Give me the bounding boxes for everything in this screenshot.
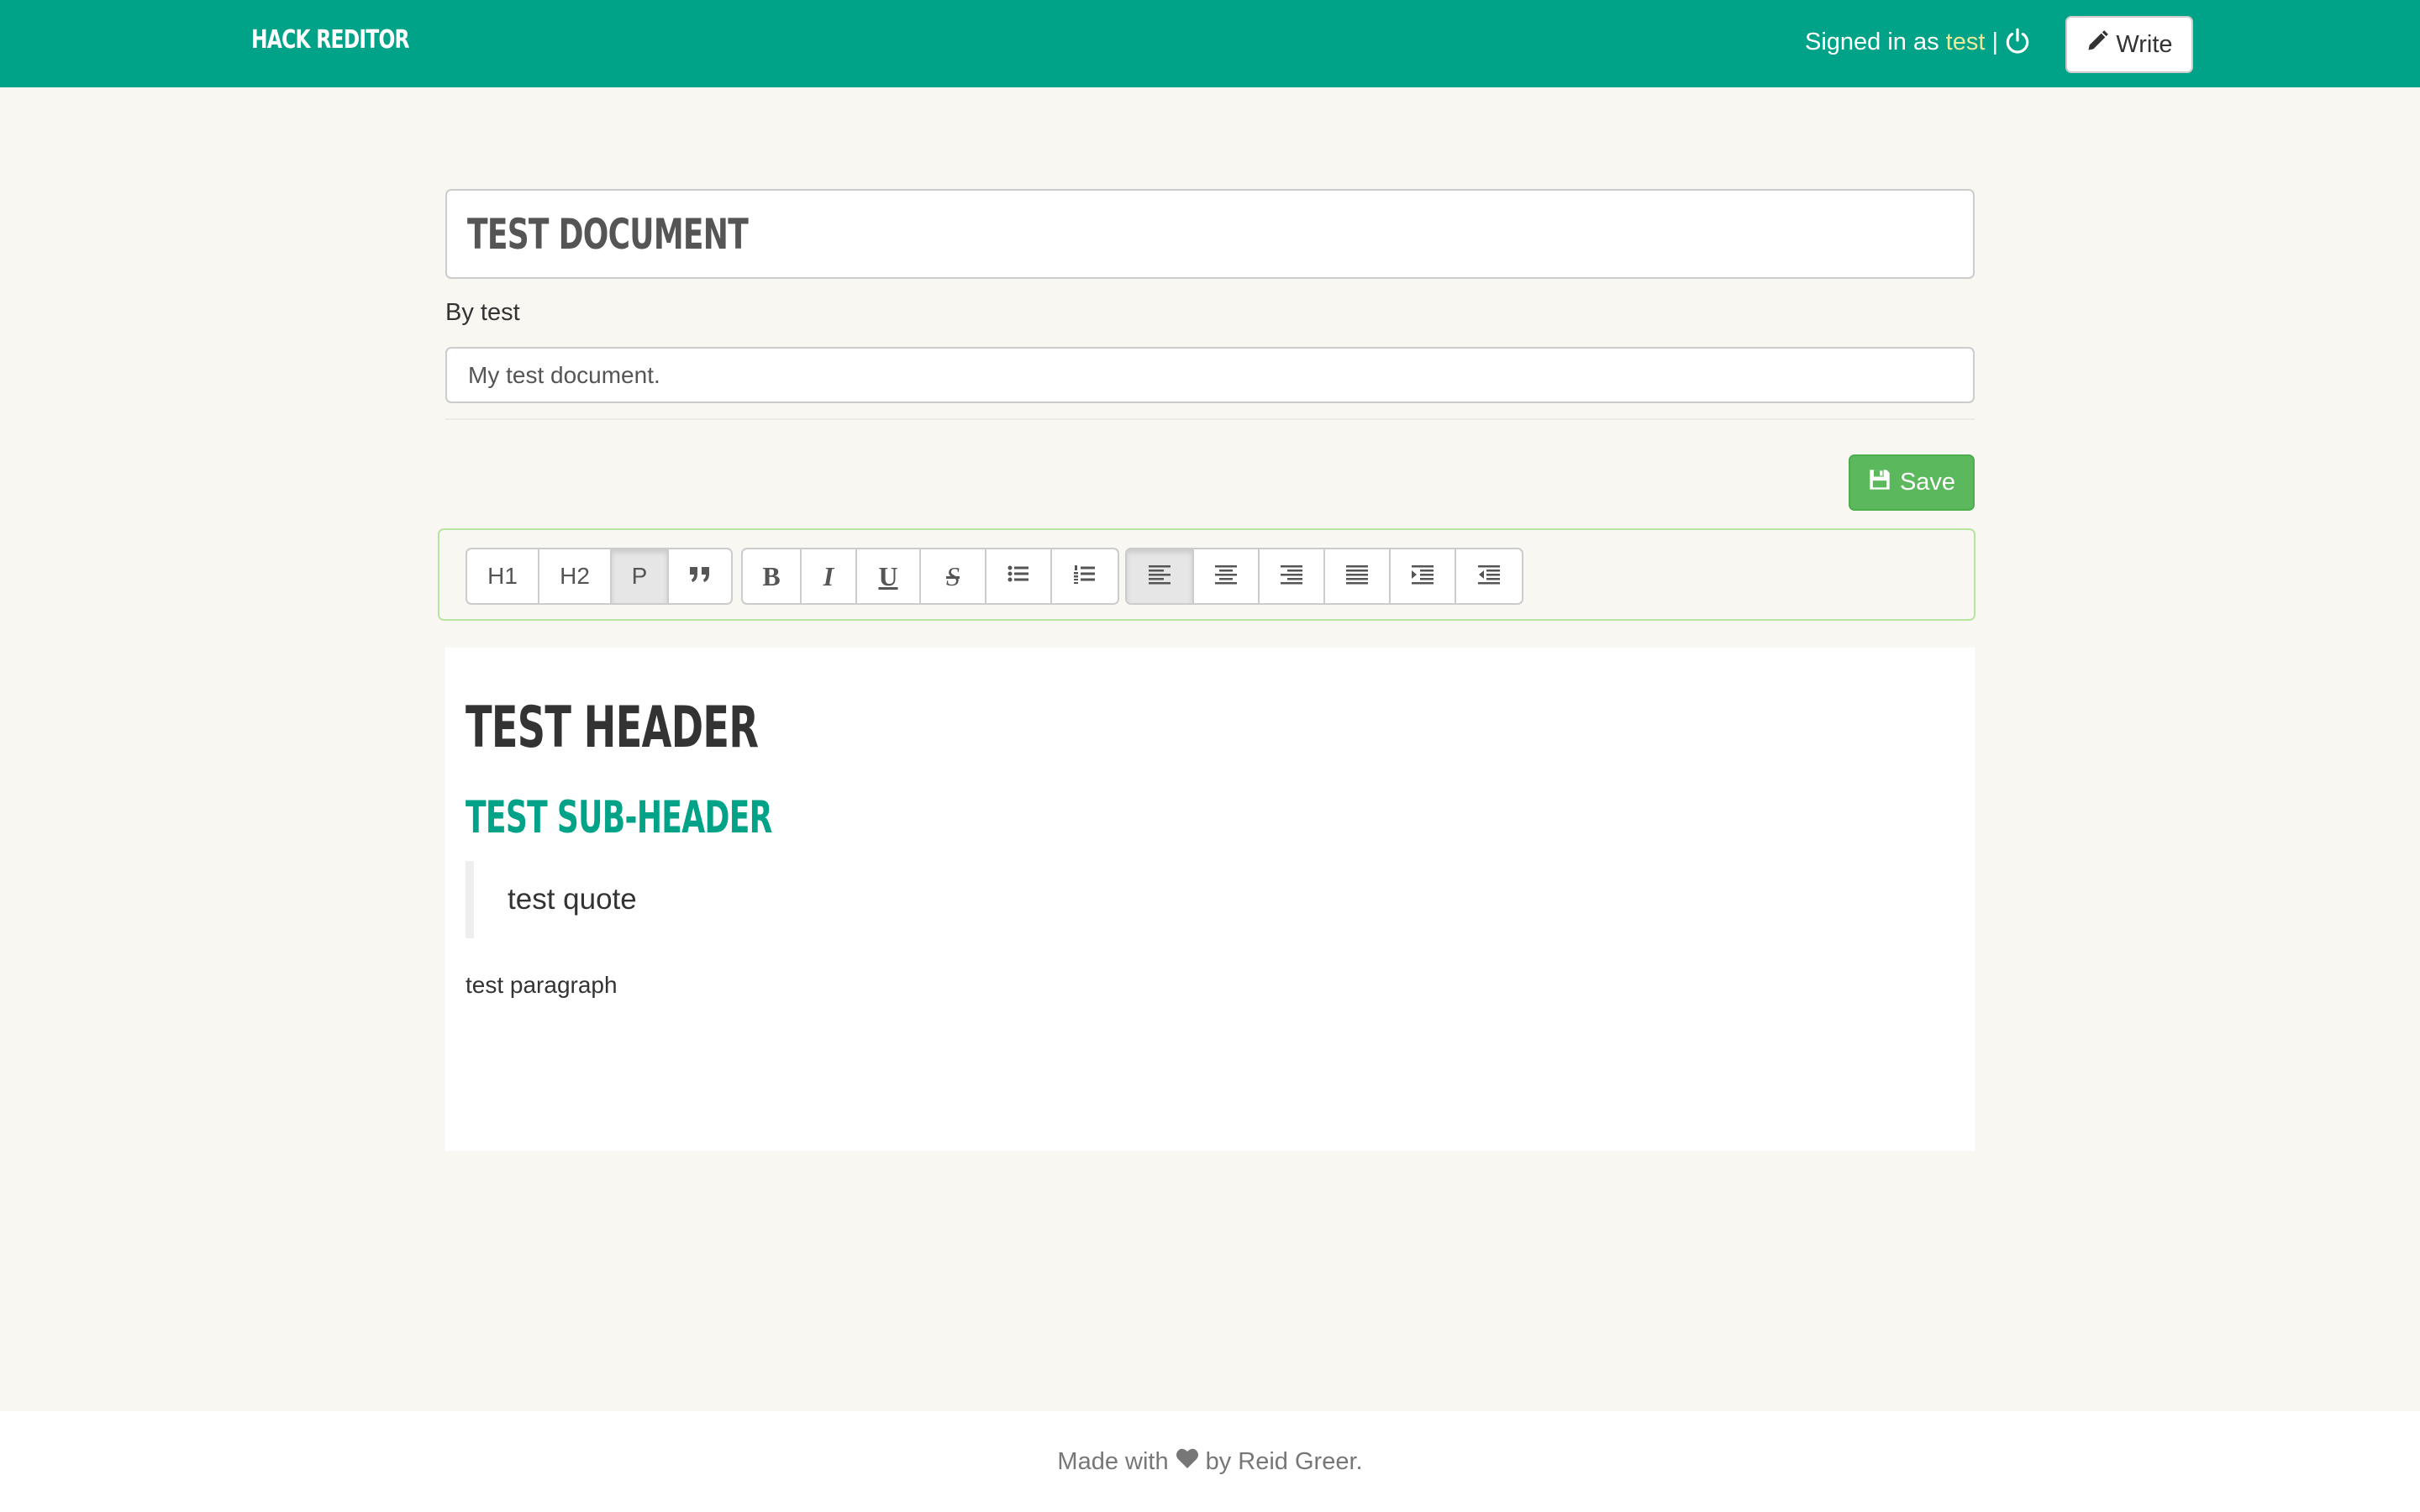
- numbered-list-button[interactable]: [1052, 549, 1118, 603]
- bold-button[interactable]: B: [743, 549, 802, 603]
- align-left-button[interactable]: [1127, 549, 1194, 603]
- italic-button[interactable]: I: [802, 549, 857, 603]
- quote-button[interactable]: [669, 549, 731, 603]
- save-button[interactable]: Save: [1849, 454, 1975, 511]
- strikethrough-icon: S: [946, 560, 960, 591]
- paragraph-button[interactable]: P: [612, 549, 669, 603]
- signed-in-status: Signed in as test |: [1805, 29, 1998, 56]
- editor-toolbar: H1 H2 P B I U S: [438, 528, 1975, 621]
- bold-icon: B: [762, 560, 781, 591]
- text-format-group: B I U S: [741, 548, 1119, 605]
- content-subheader: Test Sub-Header: [466, 792, 772, 843]
- underline-button[interactable]: U: [857, 549, 921, 603]
- editor-content[interactable]: Test Header Test Sub-Header test quote t…: [445, 648, 1975, 1151]
- divider: [445, 418, 1975, 420]
- content-header: Test Header: [466, 695, 759, 761]
- title-input[interactable]: Test Document: [445, 189, 1975, 279]
- align-justify-icon: [1344, 560, 1370, 593]
- align-right-button[interactable]: [1260, 549, 1325, 603]
- align-left-icon: [1146, 560, 1173, 593]
- footer-made-with: Made with: [1057, 1447, 1169, 1475]
- indent-button[interactable]: [1391, 549, 1456, 603]
- content-blockquote: test quote: [466, 861, 802, 938]
- italic-icon: I: [823, 560, 834, 591]
- heart-icon: [1176, 1447, 1199, 1476]
- quote-icon: [687, 560, 713, 593]
- signed-in-prefix: Signed in as: [1805, 29, 1946, 55]
- h1-label: H1: [487, 563, 518, 589]
- align-center-button[interactable]: [1194, 549, 1260, 603]
- bullet-list-icon: [1005, 560, 1032, 593]
- content-paragraph: test paragraph: [466, 972, 618, 998]
- title-value: Test Document: [467, 209, 749, 259]
- block-format-group: H1 H2 P: [466, 548, 733, 605]
- h2-label: H2: [560, 563, 590, 589]
- outdent-button[interactable]: [1456, 549, 1522, 603]
- brand-logo[interactable]: Hack Reditor: [251, 25, 410, 55]
- underline-icon: U: [878, 560, 898, 591]
- h2-button[interactable]: H2: [539, 549, 612, 603]
- separator: |: [1985, 29, 1999, 55]
- align-center-icon: [1213, 560, 1239, 593]
- save-label: Save: [1899, 469, 1956, 496]
- outdent-icon: [1476, 560, 1502, 593]
- numbered-list-icon: [1071, 560, 1098, 593]
- indent-icon: [1409, 560, 1436, 593]
- align-right-icon: [1278, 560, 1305, 593]
- byline: By test: [445, 299, 520, 326]
- username-link[interactable]: test: [1946, 29, 1986, 55]
- footer-author: by Reid Greer.: [1205, 1447, 1363, 1475]
- write-button[interactable]: Write: [2065, 16, 2193, 73]
- alignment-group: [1125, 548, 1523, 605]
- power-icon[interactable]: [2003, 27, 2032, 55]
- write-label: Write: [2116, 30, 2173, 58]
- align-justify-button[interactable]: [1325, 549, 1391, 603]
- footer: Made with by Reid Greer.: [0, 1411, 2420, 1512]
- floppy-disk-icon: [1868, 468, 1891, 498]
- bullet-list-button[interactable]: [986, 549, 1052, 603]
- description-input[interactable]: My test document.: [445, 347, 1975, 403]
- navbar: Hack Reditor Signed in as test | Write: [0, 0, 2420, 87]
- h1-button[interactable]: H1: [467, 549, 539, 603]
- paragraph-label: P: [631, 563, 648, 589]
- pencil-icon: [2086, 29, 2109, 60]
- strikethrough-button[interactable]: S: [921, 549, 986, 603]
